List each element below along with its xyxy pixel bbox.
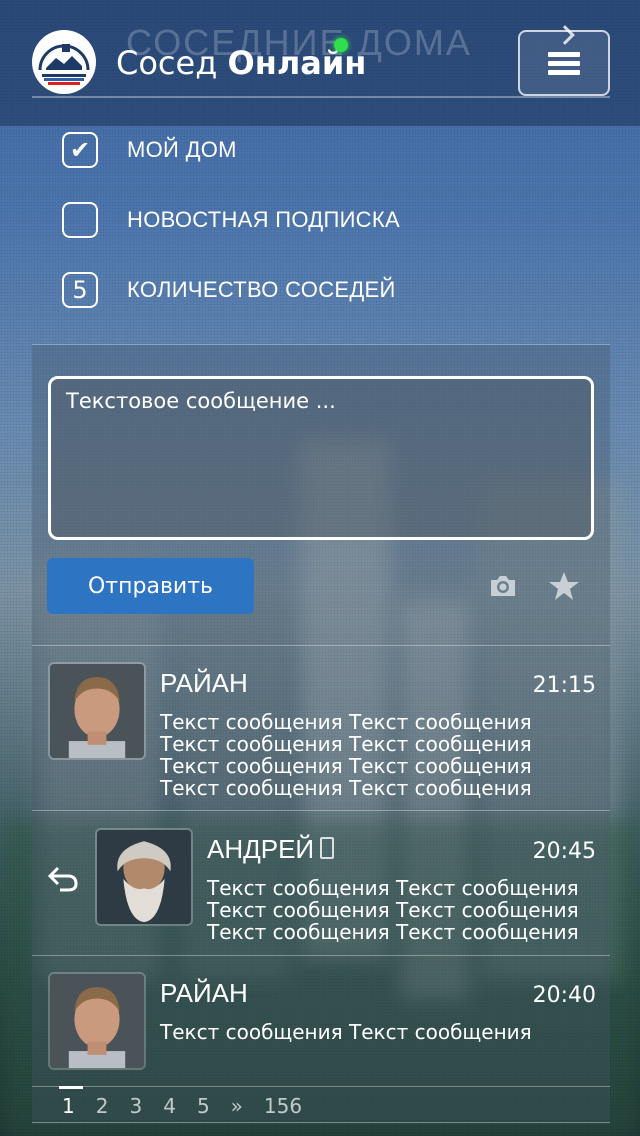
page-link-4[interactable]: 4 <box>163 1094 176 1118</box>
message-author: РАЙАН <box>160 978 248 1008</box>
message-text: Текст сообщения Текст сообщения Текст со… <box>207 876 579 944</box>
page-link-2[interactable]: 2 <box>96 1094 109 1118</box>
neighbour-count-badge[interactable]: 5 <box>62 272 98 308</box>
message-input[interactable] <box>48 376 594 540</box>
pagination: 1 2 3 4 5 » 156 <box>59 1086 323 1120</box>
hamburger-icon <box>548 48 580 79</box>
mobile-phone-icon <box>320 837 334 859</box>
option-label: МОЙ ДОМ <box>127 137 237 162</box>
message-time: 21:15 <box>532 673 596 698</box>
page-link-3[interactable]: 3 <box>129 1094 142 1118</box>
option-news-subscription[interactable]: НОВОСТНАЯ ПОДПИСКА <box>62 200 400 240</box>
divider <box>32 810 610 811</box>
page-link-1[interactable]: 1 <box>59 1086 83 1118</box>
message-time: 20:45 <box>532 839 596 864</box>
online-status-dot <box>334 38 348 52</box>
option-label: КОЛИЧЕСТВО СОСЕДЕЙ <box>127 277 396 302</box>
checkbox-my-home[interactable]: ✔ <box>62 132 98 168</box>
message-text: Текст сообщения Текст сообщения <box>160 1020 532 1044</box>
divider <box>32 1086 610 1087</box>
option-my-home[interactable]: ✔ МОЙ ДОМ <box>62 130 237 170</box>
avatar-andrey[interactable] <box>95 828 193 926</box>
send-button[interactable]: Отправить <box>47 558 254 614</box>
avatar-ryan[interactable] <box>48 662 146 760</box>
avatar-ryan[interactable] <box>48 972 146 1070</box>
message-author: АНДРЕЙ <box>207 834 315 864</box>
app-title-regular: Сосед <box>116 44 228 82</box>
message-author: РАЙАН <box>160 668 248 698</box>
page-link-5[interactable]: 5 <box>197 1094 210 1118</box>
divider <box>32 955 610 956</box>
checkbox-news-subscription[interactable] <box>62 202 98 238</box>
camera-icon[interactable] <box>487 570 519 602</box>
app-title: Сосед Онлайн <box>116 44 366 82</box>
page-link-last[interactable]: 156 <box>264 1094 302 1118</box>
message-time: 20:40 <box>532 983 596 1008</box>
page-next-icon[interactable]: » <box>231 1094 243 1118</box>
star-icon[interactable] <box>548 570 580 602</box>
menu-button[interactable] <box>518 25 610 96</box>
chevron-icon <box>555 25 575 45</box>
option-neighbour-count[interactable]: 5 КОЛИЧЕСТВО СОСЕДЕЙ <box>62 270 396 310</box>
divider <box>32 645 610 646</box>
message-text: Текст сообщения Текст сообщения Текст со… <box>160 710 532 800</box>
app-logo <box>32 30 96 94</box>
header-divider <box>32 96 610 98</box>
divider <box>32 1122 610 1123</box>
option-label: НОВОСТНАЯ ПОДПИСКА <box>127 207 400 232</box>
app-header: СОСЕДНИЕ ДОМА Сосед Онлайн <box>0 0 640 126</box>
reply-icon[interactable] <box>46 864 80 894</box>
